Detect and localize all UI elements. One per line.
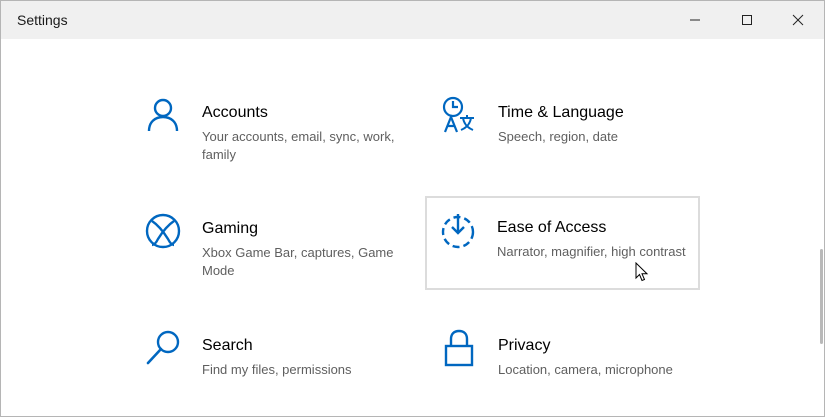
- scrollbar[interactable]: [820, 249, 823, 344]
- lock-icon: [444, 329, 474, 367]
- maximize-button[interactable]: [724, 1, 770, 39]
- tile-description: Narrator, magnifier, high contrast: [497, 244, 686, 259]
- settings-tile-ease-of-access[interactable]: Ease of Access Narrator, magnifier, high…: [425, 196, 700, 290]
- maximize-icon: [742, 15, 752, 25]
- tile-name: Ease of Access: [497, 219, 607, 236]
- window-title: Settings: [17, 12, 68, 28]
- settings-tile-privacy[interactable]: Privacy Location, camera, microphone: [426, 314, 701, 408]
- tile-description: Speech, region, date: [498, 129, 618, 144]
- tile-name: Privacy: [498, 337, 551, 354]
- tile-name: Accounts: [202, 104, 268, 121]
- tile-description: Location, camera, microphone: [498, 362, 673, 377]
- settings-tile-accounts[interactable]: Accounts Your accounts, email, sync, wor…: [130, 81, 405, 175]
- settings-home-grid: Accounts Your accounts, email, sync, wor…: [1, 39, 824, 416]
- tile-description: Your accounts, email, sync, work, family: [202, 129, 395, 162]
- search-icon: [146, 330, 180, 365]
- tile-name: Search: [202, 337, 253, 354]
- person-icon: [147, 98, 179, 132]
- close-button[interactable]: [775, 1, 821, 39]
- tile-description: Find my files, permissions: [202, 362, 352, 377]
- mouse-pointer-icon: [635, 262, 649, 282]
- minimize-icon: [690, 19, 700, 21]
- settings-window: Settings Accounts Your accounts, email, …: [0, 0, 825, 417]
- time-language-icon: [442, 96, 474, 133]
- minimize-button[interactable]: [672, 1, 718, 39]
- settings-tile-time-language[interactable]: Time & Language Speech, region, date: [426, 81, 701, 175]
- tile-name: Gaming: [202, 220, 259, 237]
- title-bar[interactable]: Settings: [1, 1, 824, 39]
- ease-of-access-icon: [441, 214, 475, 249]
- xbox-icon: [145, 213, 181, 249]
- settings-tile-search[interactable]: Search Find my files, permissions: [130, 314, 405, 408]
- close-icon: [792, 14, 804, 26]
- tile-name: Time & Language: [498, 104, 624, 121]
- tile-description: Xbox Game Bar, captures, Game Mode: [202, 245, 394, 278]
- settings-tile-gaming[interactable]: Gaming Xbox Game Bar, captures, Game Mod…: [130, 197, 405, 291]
